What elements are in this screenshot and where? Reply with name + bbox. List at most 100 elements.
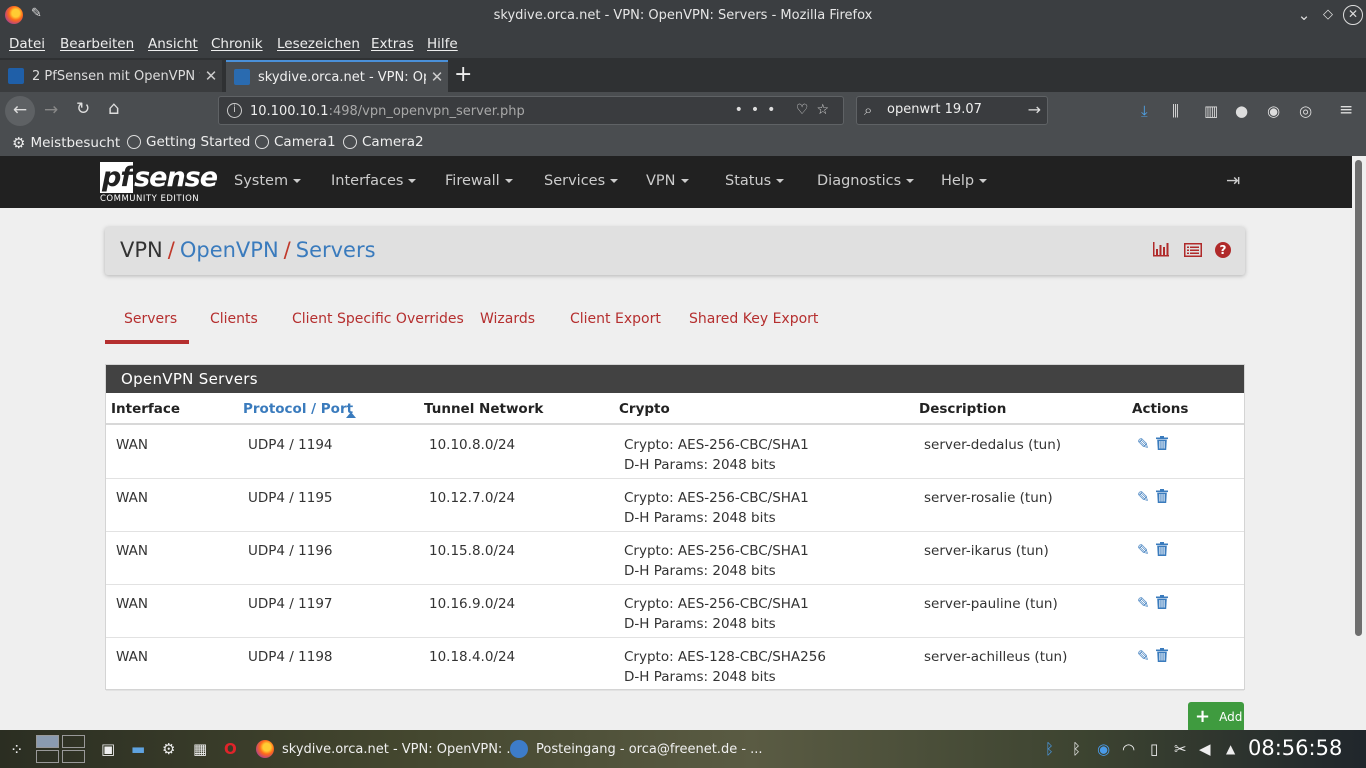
battery-icon[interactable]: ▯ (1150, 740, 1158, 758)
maximize-icon[interactable]: ◇ (1318, 5, 1338, 25)
delete-trash-icon[interactable] (1156, 436, 1168, 450)
delete-trash-icon[interactable] (1156, 542, 1168, 556)
pf-menu-firewall[interactable]: Firewall (445, 173, 513, 189)
menu-bearbeiten[interactable]: Bearbeiten (60, 36, 134, 52)
calculator-icon[interactable]: ▦ (193, 740, 207, 758)
minimize-icon[interactable]: ⌄ (1294, 5, 1314, 25)
breadcrumb-servers[interactable]: Servers (296, 238, 376, 262)
settings-icon[interactable]: ⚙ (162, 740, 175, 758)
bookmark-camera2[interactable]: Camera2 (343, 134, 424, 150)
task-thunderbird[interactable]: Posteingang - orca@freenet.de - ... (510, 730, 763, 768)
menu-extras[interactable]: Extras (371, 36, 414, 52)
logout-icon[interactable]: ⇥ (1226, 171, 1240, 191)
bookmark-getting-started[interactable]: Getting Started (127, 134, 250, 150)
back-icon[interactable]: ← (5, 96, 35, 126)
subtab-servers[interactable]: Servers (105, 306, 189, 344)
bluetooth-icon[interactable]: ᛒ (1045, 740, 1054, 758)
bluetooth-alt-icon[interactable]: ᛒ (1072, 740, 1081, 758)
col-crypto[interactable]: Crypto (619, 401, 670, 417)
edit-pencil-icon[interactable]: ✎ (1137, 541, 1150, 559)
close-tab-icon[interactable]: ✕ (426, 68, 448, 86)
delete-trash-icon[interactable] (1156, 648, 1168, 662)
col-interface[interactable]: Interface (111, 401, 180, 417)
site-info-icon[interactable]: i (227, 103, 242, 118)
menu-ansicht[interactable]: Ansicht (148, 36, 198, 52)
pfsense-logo[interactable]: pf sense COMMUNITY EDITION (100, 162, 218, 204)
breadcrumb-openvpn[interactable]: OpenVPN (180, 238, 279, 262)
close-window-icon[interactable]: ✕ (1343, 5, 1363, 25)
search-bar[interactable]: ⌕ → (856, 96, 1048, 125)
col-description[interactable]: Description (919, 401, 1006, 417)
search-input[interactable] (887, 102, 1017, 117)
pf-menu-interfaces[interactable]: Interfaces (331, 173, 417, 189)
clock[interactable]: 08:56:58 (1248, 736, 1342, 760)
hamburger-menu-icon[interactable]: ≡ (1339, 100, 1353, 120)
plus-icon: + (1195, 706, 1211, 727)
page-scrollbar[interactable] (1352, 156, 1366, 730)
menu-datei[interactable]: Datei (9, 36, 45, 52)
bookmark-star-icon[interactable]: ☆ (816, 102, 837, 118)
pf-menu-help[interactable]: Help (941, 173, 988, 189)
edit-pencil-icon[interactable]: ✎ (1137, 488, 1150, 506)
desktop-pager[interactable] (36, 734, 86, 764)
chat-icon[interactable]: ◉ (1267, 102, 1280, 120)
scrollbar-thumb[interactable] (1355, 160, 1362, 636)
pf-menu-vpn[interactable]: VPN (646, 173, 689, 189)
wifi-icon[interactable]: ◠ (1122, 740, 1135, 758)
pf-menu-system[interactable]: System (234, 173, 302, 189)
menubar: Datei Bearbeiten Ansicht Chronik Lesezei… (0, 30, 1366, 58)
bookmark-camera1[interactable]: Camera1 (255, 134, 336, 150)
delete-trash-icon[interactable] (1156, 489, 1168, 503)
subtab-client-export[interactable]: Client Export (570, 306, 661, 344)
home-icon[interactable]: ⌂ (108, 98, 119, 119)
edit-pencil-icon[interactable]: ✎ (1137, 435, 1150, 453)
download-icon[interactable]: ⤓ (1141, 102, 1148, 120)
edit-pencil-icon[interactable]: ✎ (1137, 594, 1150, 612)
subtab-clients[interactable]: Clients (210, 306, 258, 344)
tab-skydive[interactable]: skydive.orca.net - VPN: Op ✕ (226, 60, 448, 92)
pf-menu-diagnostics[interactable]: Diagnostics (817, 173, 915, 189)
page-actions-icon[interactable]: ••• (735, 102, 784, 118)
sidebar-icon[interactable]: ▥ (1204, 102, 1218, 120)
bookmark-label: Camera2 (362, 134, 424, 150)
library-icon[interactable]: ⫼ (1172, 102, 1179, 120)
menu-hilfe[interactable]: Hilfe (427, 36, 458, 52)
search-go-icon[interactable]: → (1028, 100, 1041, 119)
bar-chart-icon[interactable] (1151, 241, 1171, 259)
menu-chronik[interactable]: Chronik (211, 36, 263, 52)
col-tunnel-network[interactable]: Tunnel Network (424, 401, 543, 417)
opera-icon[interactable]: O (224, 740, 237, 758)
help-icon[interactable]: ? (1215, 242, 1231, 258)
log-list-icon[interactable] (1183, 243, 1203, 261)
app-launcher-icon[interactable]: ⁘ (10, 740, 23, 759)
terminal-icon[interactable]: ▣ (101, 740, 115, 758)
url-bar[interactable]: i 10.100.10.1:498/vpn_openvpn_server.php… (218, 96, 844, 125)
extension-icon[interactable]: ● (1235, 102, 1248, 120)
forward-icon[interactable]: → (44, 100, 58, 120)
delete-trash-icon[interactable] (1156, 595, 1168, 609)
reload-icon[interactable]: ↻ (76, 99, 90, 119)
subtab-shared-key-export[interactable]: Shared Key Export (689, 306, 818, 344)
accessibility-icon[interactable]: ◉ (1097, 740, 1110, 758)
subtab-client-specific-overrides[interactable]: Client Specific Overrides (292, 306, 464, 344)
search-icon: ⌕ (864, 101, 873, 119)
new-tab-icon[interactable]: + (454, 62, 472, 87)
edit-pencil-icon[interactable]: ✎ (1137, 647, 1150, 665)
pocket-icon[interactable]: ♡ (796, 102, 817, 118)
add-button-label: Add (1219, 710, 1243, 724)
clipboard-icon[interactable]: ✂ (1174, 740, 1187, 758)
menu-lesezeichen[interactable]: Lesezeichen (277, 36, 360, 52)
tray-expand-icon[interactable]: ▲ (1226, 742, 1235, 756)
file-manager-icon[interactable]: ▬ (131, 740, 145, 758)
add-server-button[interactable]: + Add (1188, 702, 1244, 730)
subtab-wizards[interactable]: Wizards (480, 306, 535, 344)
tab-pfsensen[interactable]: 2 PfSensen mit OpenVPN v ✕ (0, 60, 222, 92)
volume-icon[interactable]: ◀ (1199, 740, 1211, 758)
bookmark-meistbesucht[interactable]: ⚙ Meistbesucht (12, 134, 120, 152)
pf-menu-services[interactable]: Services (544, 173, 619, 189)
task-firefox[interactable]: skydive.orca.net - VPN: OpenVPN: ... (256, 730, 519, 768)
pf-menu-status[interactable]: Status (725, 173, 785, 189)
close-tab-icon[interactable]: ✕ (200, 67, 222, 85)
account-icon[interactable]: ◎ (1299, 102, 1312, 120)
col-protocol-port[interactable]: Protocol / Port (243, 401, 353, 417)
